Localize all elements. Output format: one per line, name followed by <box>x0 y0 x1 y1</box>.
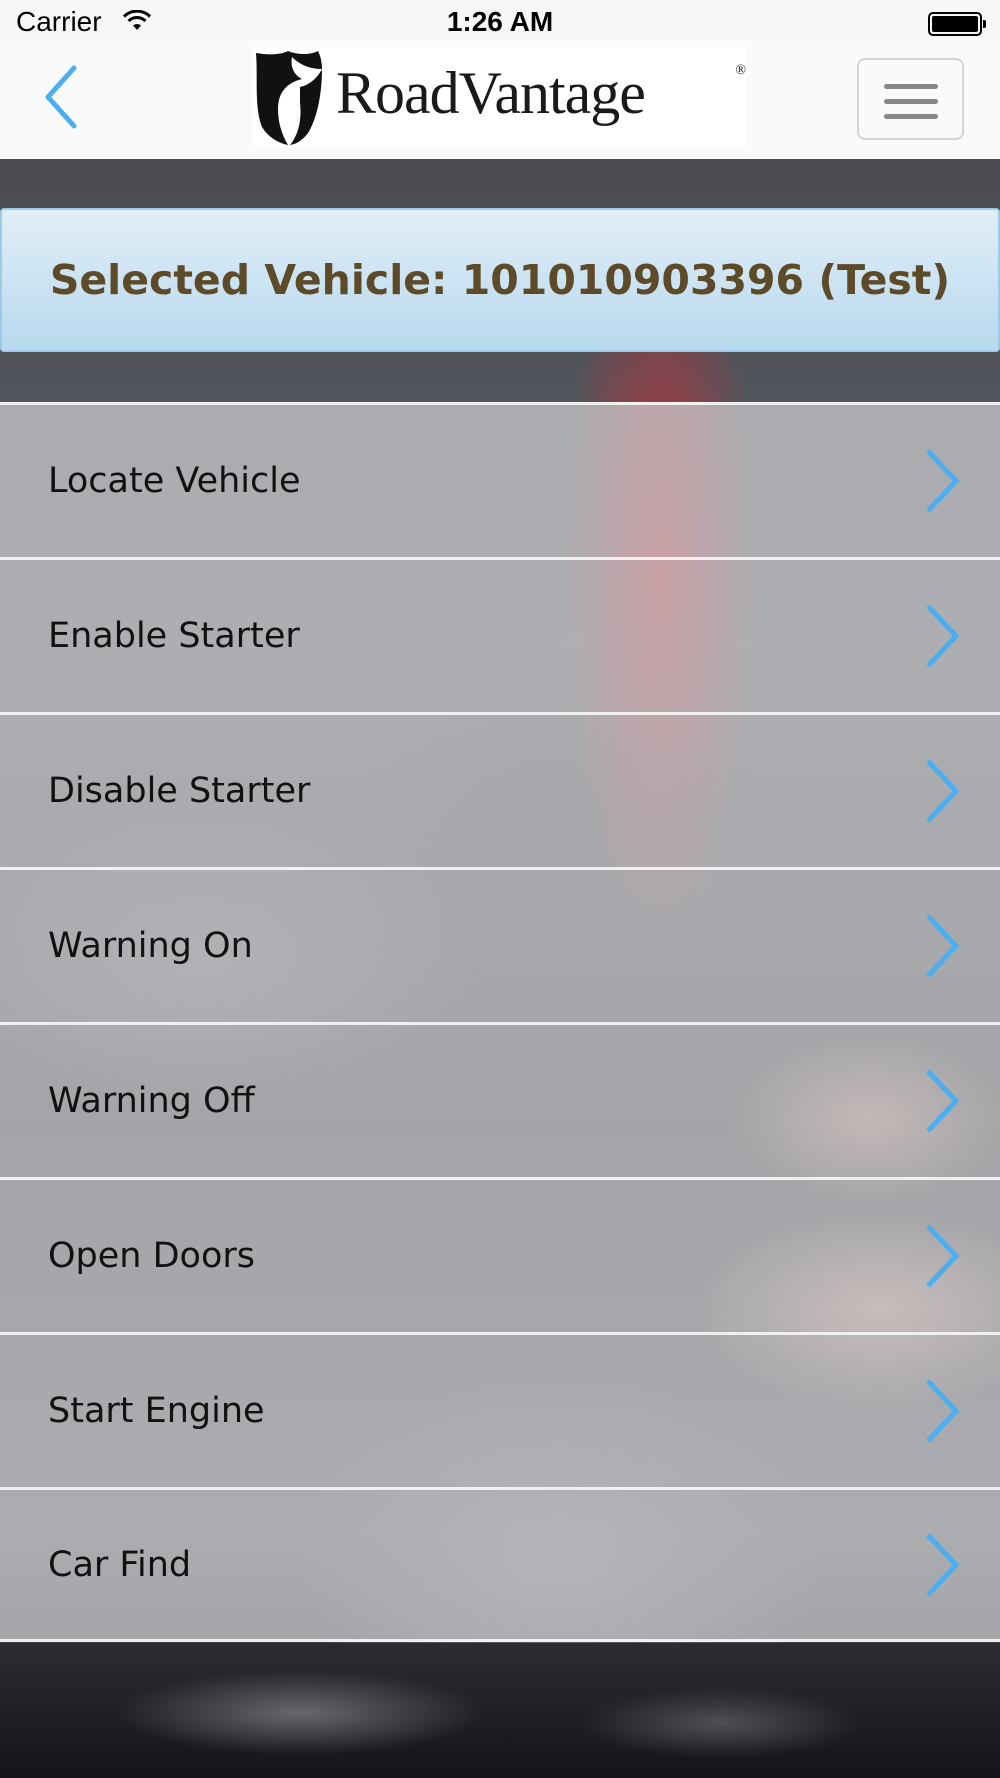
hamburger-menu-button[interactable] <box>857 58 964 140</box>
hamburger-icon <box>884 84 938 89</box>
menu-item-warning-off[interactable]: Warning Off <box>0 1022 1000 1177</box>
command-menu-list: Locate Vehicle Enable Starter Disable St… <box>0 402 1000 1642</box>
chevron-right-icon <box>926 914 960 978</box>
roadvantage-logo: RoadVantage ® <box>252 47 746 147</box>
menu-item-warning-on[interactable]: Warning On <box>0 867 1000 1022</box>
menu-item-open-doors[interactable]: Open Doors <box>0 1177 1000 1332</box>
menu-item-label: Disable Starter <box>48 771 311 811</box>
chevron-right-icon <box>926 759 960 823</box>
menu-item-label: Start Engine <box>48 1391 265 1431</box>
menu-item-label: Warning Off <box>48 1081 255 1121</box>
chevron-right-icon <box>926 1224 960 1288</box>
menu-item-label: Car Find <box>48 1544 192 1585</box>
chevron-right-icon <box>926 1379 960 1443</box>
chevron-right-icon <box>926 449 960 513</box>
chevron-left-icon <box>45 65 77 129</box>
status-time: 1:26 AM <box>446 6 554 37</box>
menu-item-disable-starter[interactable]: Disable Starter <box>0 712 1000 867</box>
selected-vehicle-label: Selected Vehicle: 101010903396 (Test) <box>49 256 951 304</box>
menu-item-label: Enable Starter <box>48 616 300 656</box>
menu-item-locate-vehicle[interactable]: Locate Vehicle <box>0 402 1000 557</box>
menu-item-label: Warning On <box>48 926 253 966</box>
selected-vehicle-banner: Selected Vehicle: 101010903396 (Test) <box>0 208 1000 352</box>
chevron-right-icon <box>926 604 960 668</box>
menu-item-car-find[interactable]: Car Find <box>0 1487 1000 1642</box>
logo-wordmark: RoadVantage <box>336 60 646 126</box>
app-header: RoadVantage ® <box>0 40 1000 159</box>
back-button[interactable] <box>38 60 88 134</box>
background-photo-bottom <box>0 1643 1000 1778</box>
chevron-right-icon <box>926 1069 960 1133</box>
menu-item-enable-starter[interactable]: Enable Starter <box>0 557 1000 712</box>
status-bar: Carrier 1:26 AM <box>0 0 1000 40</box>
menu-item-start-engine[interactable]: Start Engine <box>0 1332 1000 1487</box>
shield-logo-icon <box>256 51 322 145</box>
battery-icon <box>928 12 986 36</box>
menu-item-label: Locate Vehicle <box>48 461 301 501</box>
chevron-right-icon <box>926 1532 960 1597</box>
registered-mark-icon: ® <box>735 63 746 78</box>
menu-item-label: Open Doors <box>48 1236 256 1276</box>
